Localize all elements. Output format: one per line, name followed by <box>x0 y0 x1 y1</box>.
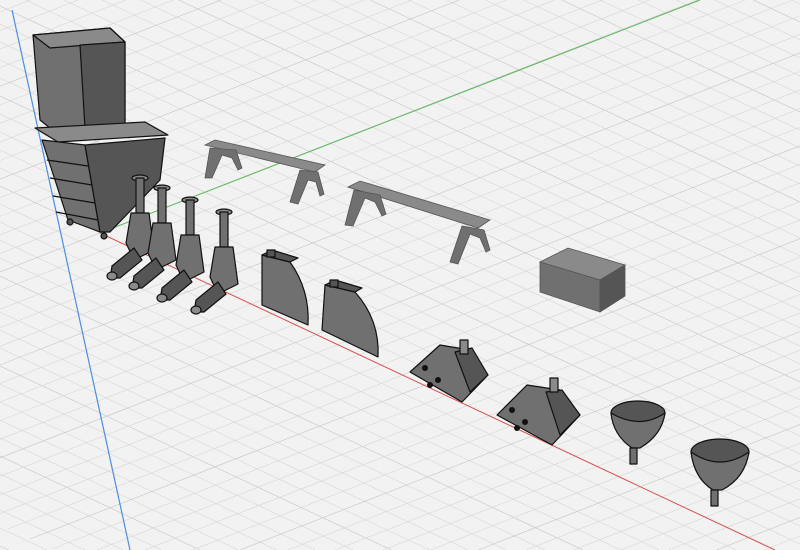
grid-line <box>255 0 800 257</box>
grid-line <box>192 312 800 550</box>
grid-line <box>714 0 800 41</box>
tool-cabinet[interactable] <box>32 27 169 240</box>
grid-line <box>668 498 800 550</box>
grid-line <box>0 293 545 550</box>
grid-line <box>0 311 507 550</box>
sawhorse-bench-2[interactable] <box>344 180 491 265</box>
grid-line <box>638 0 800 77</box>
x-axis-line <box>99 232 776 550</box>
grid-line <box>0 419 277 550</box>
grid-line <box>0 491 124 550</box>
grid-line <box>446 0 800 167</box>
fuel-can-1[interactable] <box>261 249 309 326</box>
grid-line <box>0 401 316 550</box>
grid-line <box>102 0 800 329</box>
grid-line <box>216 0 800 275</box>
grid-line <box>0 509 86 550</box>
grid-line <box>0 201 800 514</box>
grid-line <box>370 0 800 203</box>
grid-line <box>0 383 354 550</box>
grid-line <box>0 0 31 13</box>
grid-line <box>716 517 800 550</box>
3d-viewport[interactable] <box>0 0 800 550</box>
grid-line <box>0 437 239 550</box>
grid-line <box>523 0 800 131</box>
grid-line <box>0 0 79 31</box>
grid-line <box>144 294 800 550</box>
funnel-1[interactable] <box>610 400 666 465</box>
grid-line <box>0 203 737 550</box>
grid-line <box>140 0 800 311</box>
fuel-can-2[interactable] <box>321 279 379 358</box>
sawhorse-bench-1[interactable] <box>203 139 326 205</box>
grid-line <box>791 0 800 5</box>
grid-line <box>0 329 469 550</box>
grid-line <box>0 527 47 550</box>
grid-line <box>561 0 800 113</box>
grid-line <box>676 0 800 59</box>
grid-line <box>0 545 9 550</box>
funnel-2[interactable] <box>690 438 750 507</box>
grid-line <box>573 461 800 550</box>
grid-line <box>599 0 800 95</box>
